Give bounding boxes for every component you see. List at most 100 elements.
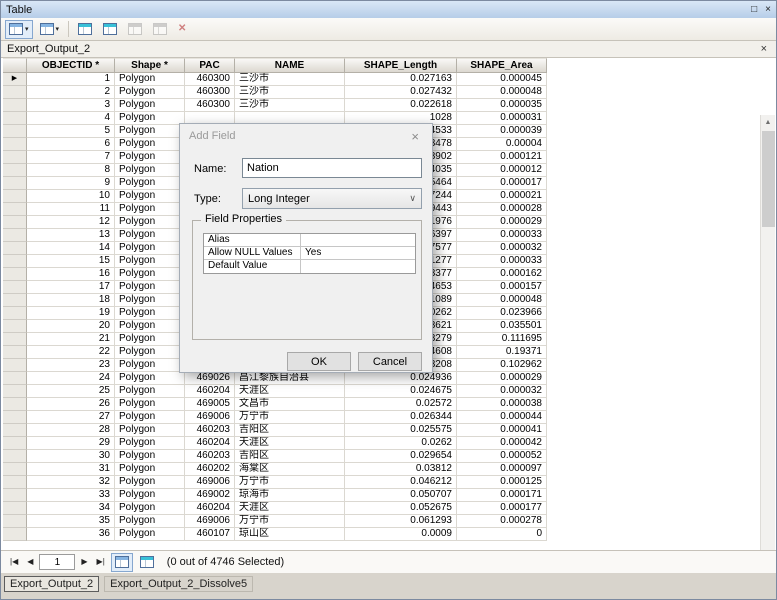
move-next-button[interactable]: ▶	[78, 557, 90, 567]
sheet-close-icon[interactable]: ×	[758, 43, 770, 55]
row-selector[interactable]	[3, 281, 27, 294]
table-options-button[interactable]: ▾	[5, 20, 33, 39]
table-row[interactable]: 35Polygon469006万宁市0.0612930.000278	[3, 515, 547, 528]
row-selector[interactable]	[3, 437, 27, 450]
move-previous-button[interactable]: ◀	[24, 557, 36, 567]
column-header[interactable]: SHAPE_Area	[457, 58, 547, 73]
row-selector[interactable]	[3, 424, 27, 437]
property-value[interactable]	[301, 260, 415, 273]
field-type-dropdown[interactable]: Long Integer ∨	[242, 188, 422, 209]
record-input[interactable]	[39, 554, 75, 570]
row-selector[interactable]	[3, 333, 27, 346]
cell-objectid: 24	[27, 372, 115, 385]
table-row[interactable]: 32Polygon469006万宁市0.0462120.000125	[3, 476, 547, 489]
row-selector[interactable]	[3, 242, 27, 255]
row-selector[interactable]	[3, 346, 27, 359]
row-selector[interactable]	[3, 528, 27, 541]
table-row[interactable]: 29Polygon460204天涯区0.02620.000042	[3, 437, 547, 450]
row-selector[interactable]	[3, 125, 27, 138]
row-selector[interactable]	[3, 385, 27, 398]
row-selector[interactable]	[3, 502, 27, 515]
zoom-to-selected-button[interactable]	[149, 20, 171, 39]
row-selector[interactable]	[3, 489, 27, 502]
table-row[interactable]: 25Polygon460204天涯区0.0246750.000032	[3, 385, 547, 398]
table-row[interactable]: ▶1Polygon460300三沙市0.0271630.000045	[3, 73, 547, 86]
property-value[interactable]: Yes	[301, 247, 415, 259]
property-row[interactable]: Allow NULL ValuesYes	[204, 247, 415, 260]
cell-area: 0.111695	[457, 333, 547, 346]
row-selector[interactable]	[3, 151, 27, 164]
cancel-button[interactable]: Cancel	[358, 352, 422, 371]
table-row[interactable]: 33Polygon469002琼海市0.0507070.000171	[3, 489, 547, 502]
maximize-icon[interactable]: □	[751, 4, 757, 15]
table-row[interactable]: 30Polygon460203吉阳区0.0296540.000052	[3, 450, 547, 463]
row-selector[interactable]	[3, 307, 27, 320]
property-name: Alias	[204, 234, 301, 246]
column-header[interactable]: Shape *	[115, 58, 185, 73]
table-row[interactable]: 3Polygon460300三沙市0.0226180.000035	[3, 99, 547, 112]
select-highlighted-button[interactable]	[74, 20, 96, 39]
row-selector[interactable]	[3, 372, 27, 385]
column-header[interactable]: SHAPE_Length	[345, 58, 457, 73]
row-selector[interactable]	[3, 229, 27, 242]
row-selector[interactable]	[3, 294, 27, 307]
row-selector[interactable]	[3, 450, 27, 463]
row-selector[interactable]	[3, 515, 27, 528]
row-selector[interactable]	[3, 476, 27, 489]
table-row[interactable]: 28Polygon460203吉阳区0.0255750.000041	[3, 424, 547, 437]
row-selector[interactable]	[3, 216, 27, 229]
cell-area: 0.000032	[457, 385, 547, 398]
table-row[interactable]: 36Polygon460107琼山区0.00090	[3, 528, 547, 541]
clear-selection-button[interactable]	[124, 20, 146, 39]
row-selector[interactable]	[3, 86, 27, 99]
cell-objectid: 34	[27, 502, 115, 515]
row-selector[interactable]	[3, 411, 27, 424]
row-selector[interactable]	[3, 255, 27, 268]
row-selector[interactable]	[3, 320, 27, 333]
cell-shape: Polygon	[115, 489, 185, 502]
row-selector[interactable]	[3, 138, 27, 151]
property-row[interactable]: Default Value	[204, 260, 415, 273]
cell-area: 0.000097	[457, 463, 547, 476]
scroll-up-icon[interactable]: ▲	[761, 115, 775, 130]
row-selector[interactable]	[3, 164, 27, 177]
row-selector[interactable]	[3, 398, 27, 411]
move-last-button[interactable]: ▶|	[94, 557, 108, 567]
show-all-records-button[interactable]	[111, 553, 133, 572]
show-selected-records-button[interactable]	[136, 553, 158, 572]
table-row[interactable]: 2Polygon460300三沙市0.0274320.000048	[3, 86, 547, 99]
scrollbar-thumb[interactable]	[762, 131, 775, 227]
row-selector[interactable]	[3, 268, 27, 281]
table-row[interactable]: 24Polygon469026昌江黎族自治县0.0249360.000029	[3, 372, 547, 385]
delete-selected-button[interactable]: ✕	[174, 20, 190, 39]
cell-objectid: 9	[27, 177, 115, 190]
property-value[interactable]	[301, 234, 415, 246]
table-row[interactable]: 26Polygon469005文昌市0.025720.000038	[3, 398, 547, 411]
move-first-button[interactable]: |◀	[7, 557, 21, 567]
row-selector[interactable]	[3, 177, 27, 190]
table-row[interactable]: 31Polygon460202海棠区0.038120.000097	[3, 463, 547, 476]
ok-button[interactable]: OK	[287, 352, 351, 371]
related-tables-button[interactable]: ▾	[36, 20, 64, 39]
row-selector[interactable]	[3, 359, 27, 372]
close-icon[interactable]: ×	[765, 4, 771, 15]
switch-selection-button[interactable]	[99, 20, 121, 39]
column-header[interactable]: NAME	[235, 58, 345, 73]
property-row[interactable]: Alias	[204, 234, 415, 247]
table-row[interactable]: 27Polygon469006万宁市0.0263440.000044	[3, 411, 547, 424]
row-selector[interactable]	[3, 190, 27, 203]
field-name-input[interactable]	[242, 158, 422, 178]
row-selector[interactable]: ▶	[3, 73, 27, 86]
row-selector[interactable]	[3, 203, 27, 216]
cell-pac: 469026	[185, 372, 235, 385]
column-header[interactable]: PAC	[185, 58, 235, 73]
dialog-close-icon[interactable]: ×	[407, 129, 423, 144]
row-selector[interactable]	[3, 463, 27, 476]
row-selector[interactable]	[3, 112, 27, 125]
sheet-tab[interactable]: Export_Output_2	[4, 576, 99, 592]
row-selector[interactable]	[3, 99, 27, 112]
column-header[interactable]: OBJECTID *	[27, 58, 115, 73]
sheet-tab[interactable]: Export_Output_2_Dissolve5	[104, 576, 253, 592]
table-row[interactable]: 34Polygon460204天涯区0.0526750.000177	[3, 502, 547, 515]
vertical-scrollbar[interactable]: ▲ ▼	[760, 115, 775, 550]
